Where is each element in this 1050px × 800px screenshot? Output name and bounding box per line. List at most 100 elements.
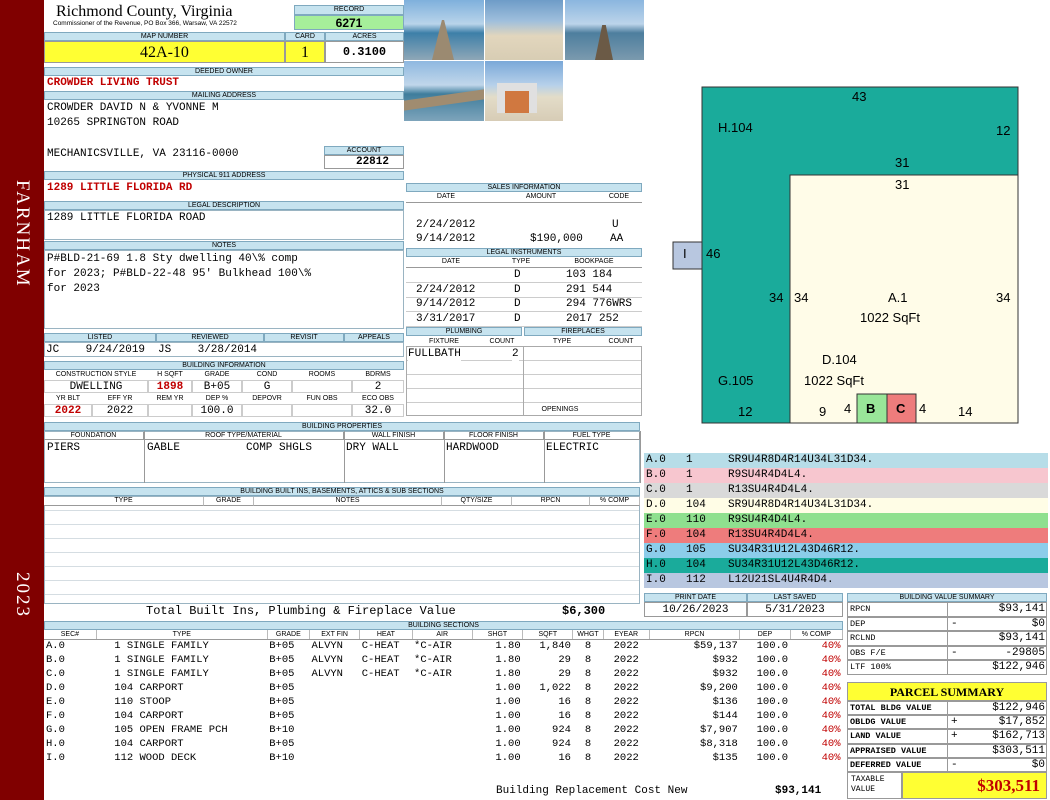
sk-label-31a: 31: [895, 155, 909, 170]
legend-row: D.0 104 SR9U4R8D4R14U34L31D34.: [644, 498, 1048, 513]
bi-col-header: GRADE: [204, 371, 230, 378]
sections-col-header: EXT FIN: [309, 630, 361, 640]
prop-foundation: PIERS: [47, 442, 81, 454]
section-cell: 2022: [613, 738, 639, 750]
prop-col-header: FUEL TYPE: [544, 432, 640, 440]
vs-value: $93,141: [998, 603, 1045, 615]
sk-label-h104: H.104: [718, 120, 753, 135]
section-cell: 8: [584, 738, 592, 750]
section-cell: 2022: [613, 682, 639, 694]
legend-count: 105: [686, 544, 706, 556]
ps-sign: -: [951, 758, 958, 771]
prop-col-header: FLOOR FINISH: [444, 432, 544, 440]
section-cell: 1.00: [495, 696, 521, 708]
vs-divider: [947, 631, 948, 646]
section-cell: [360, 723, 412, 737]
legal-desc-header: LEGAL DESCRIPTION: [44, 201, 404, 210]
vs-divider: [947, 660, 948, 675]
sk-label-34b: 34: [794, 290, 808, 305]
section-cell: 104 CARPORT: [114, 682, 184, 694]
legend-code: B.0: [646, 469, 666, 481]
prop-col-header: FOUNDATION: [44, 432, 144, 440]
sk-label-34c: 34: [996, 290, 1010, 305]
ps-value: $17,852: [998, 716, 1045, 729]
vs-sign: -: [951, 617, 958, 630]
parcel-summary-title: PARCEL SUMMARY: [847, 682, 1047, 701]
sales-col-code: CODE: [608, 193, 630, 200]
li-cell: 103 184: [566, 269, 613, 281]
section-cell: G.0: [46, 724, 65, 736]
bi-col-header: COND: [256, 371, 278, 378]
listed-value: JC 9/24/2019: [46, 344, 146, 356]
legend-code: A.0: [646, 454, 666, 466]
table-row: H.0 104 CARPORT B+05 1.00 924 8 2022 $8,318 100.…: [44, 737, 843, 751]
section-cell: 105 OPEN FRAME PCH: [114, 724, 228, 736]
legend-desc: L12U21SL4U4R4D4.: [728, 574, 834, 586]
section-cell: [309, 751, 359, 765]
legend-row: A.0 1 SR9U4R8D4R14U34L31D34.: [644, 453, 1048, 468]
section-cell: $136: [712, 696, 738, 708]
legend-code: F.0: [646, 529, 666, 541]
section-cell: ALVYN: [311, 668, 343, 680]
vs-label: LTF 100%: [850, 662, 891, 672]
plumb-divider: [523, 346, 524, 416]
section-cell: 2022: [613, 752, 639, 764]
sk-label-14: 14: [958, 404, 972, 419]
section-cell: $932: [712, 668, 738, 680]
builtins-grid: [44, 496, 640, 604]
section-cell: $135: [712, 752, 738, 764]
bi-value-2: [242, 404, 292, 417]
bi-value: 2: [352, 380, 404, 393]
year-label: 2023: [12, 572, 33, 618]
section-cell: 1.00: [495, 682, 521, 694]
prop-floor: HARDWOOD: [446, 442, 499, 454]
plumb-count: 2: [512, 348, 519, 361]
section-cell: 1,840: [539, 640, 571, 653]
section-cell: F.0: [46, 710, 65, 722]
bi-value: B+05: [192, 380, 242, 393]
property-photo-4: [404, 61, 484, 121]
section-cell: 40%: [821, 752, 841, 764]
section-cell: 110 STOOP: [114, 696, 171, 708]
section-cell: B+05: [269, 640, 295, 653]
legal-description: 1289 LITTLE FLORIDA ROAD: [47, 212, 206, 224]
section-cell: 100.0: [756, 724, 789, 736]
card-number: 1: [285, 41, 325, 63]
sk-label-c: C: [896, 401, 906, 416]
district-label: FARNHAM: [12, 180, 33, 288]
physical-address-header: PHYSICAL 911 ADDRESS: [44, 171, 404, 180]
value-summary-header: BUILDING VALUE SUMMARY: [847, 593, 1047, 602]
section-cell: 100.0: [756, 668, 789, 680]
ps-divider: [947, 757, 948, 772]
section-cell: 8: [584, 696, 592, 708]
section-cell: C-HEAT: [361, 668, 400, 680]
section-cell: 1.00: [495, 738, 521, 750]
bi-col-header: ROOMS: [308, 371, 336, 378]
bi-value: 1898: [148, 380, 192, 393]
vs-sign: -: [951, 646, 958, 659]
section-cell: B+10: [269, 752, 295, 764]
building-properties-header: BUILDING PROPERTIES: [44, 422, 640, 431]
builtins-col-header: QTY/SIZE: [442, 497, 512, 506]
vs-label: RCLND: [850, 633, 876, 643]
legend-row: E.0 110 R9SU4R4D4L4.: [644, 513, 1048, 528]
section-cell: B+05: [269, 682, 295, 694]
section-cell: 8: [584, 682, 592, 694]
legend-row: F.0 104 R13SU4R4D4L4.: [644, 528, 1048, 543]
print-date: 10/26/2023: [644, 602, 747, 617]
ps-divider: [947, 715, 948, 730]
vs-divider: [947, 645, 948, 660]
section-cell: [360, 681, 412, 695]
sidebar: [0, 0, 44, 800]
section-cell: C-HEAT: [361, 640, 400, 653]
legend-desc: SU34R31U12L43D46R12.: [728, 544, 861, 556]
sections-col-header: RPCN: [649, 630, 741, 640]
section-cell: 2022: [613, 654, 639, 666]
notes-line-3: for 2023: [47, 283, 100, 295]
sketch-section-i: [672, 241, 703, 270]
legend-row: G.0 105 SU34R31U12L43D46R12.: [644, 543, 1048, 558]
legend-desc: SR9U4R8D4R14U34L31D34.: [728, 454, 874, 466]
builtins-col-header: TYPE: [44, 497, 204, 506]
sk-label-i: I: [683, 246, 687, 261]
builtins-total-value: $6,300: [562, 604, 606, 618]
